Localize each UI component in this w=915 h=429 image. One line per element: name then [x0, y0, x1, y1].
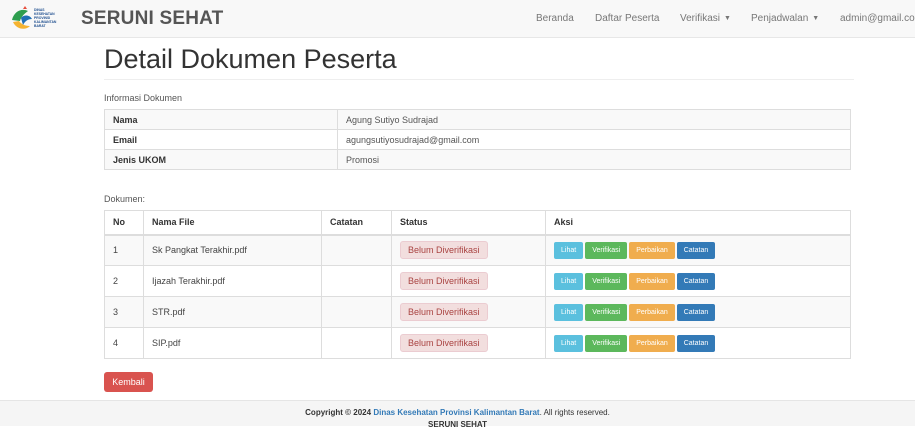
table-row: 3 STR.pdf Belum Diverifikasi Lihat Verifi… — [104, 296, 851, 328]
info-label: Email — [104, 129, 338, 150]
lihat-button[interactable]: Lihat — [554, 241, 584, 259]
info-table: Nama Agung Sutiyo Sudrajad Email agungsu… — [104, 109, 851, 170]
catatan-button[interactable]: Catatan — [676, 334, 716, 352]
row-no: 1 — [104, 234, 144, 266]
row-actions: Lihat Verifikasi Perbaikan Catatan — [545, 327, 851, 359]
status-badge: Belum Diverifikasi — [400, 272, 488, 290]
nav-verifikasi-label: Verifikasi — [680, 13, 721, 24]
footer-rights: . All rights reserved. — [539, 408, 610, 417]
row-note — [321, 296, 392, 328]
kembali-button[interactable]: Kembali — [104, 372, 153, 392]
footer-copyright: Copyright © 2024 Dinas Kesehatan Provins… — [0, 408, 915, 417]
documents-section-label: Dokumen: — [104, 194, 146, 204]
info-label: Jenis UKOM — [104, 149, 338, 170]
row-no: 4 — [104, 327, 144, 359]
nav-penjadwalan-label: Penjadwalan — [751, 13, 809, 24]
catatan-button[interactable]: Catatan — [676, 272, 716, 290]
col-header-catatan: Catatan — [321, 210, 392, 236]
verifikasi-button[interactable]: Verifikasi — [585, 303, 628, 321]
row-note — [321, 327, 392, 359]
row-note — [321, 265, 392, 297]
info-value: Agung Sutiyo Sudrajad — [337, 109, 851, 130]
table-row: 2 Ijazah Terakhir.pdf Belum Diverifikasi… — [104, 265, 851, 297]
svg-text:BARAT: BARAT — [34, 24, 47, 28]
row-file-name: STR.pdf — [143, 296, 322, 328]
status-badge: Belum Diverifikasi — [400, 241, 488, 260]
row-actions: Lihat Verifikasi Perbaikan Catatan — [545, 265, 851, 297]
caret-down-icon: ▼ — [724, 14, 731, 22]
row-actions: Lihat Verifikasi Perbaikan Catatan — [545, 296, 851, 328]
nav-daftar-peserta[interactable]: Daftar Peserta — [595, 13, 659, 24]
verifikasi-button[interactable]: Verifikasi — [585, 334, 628, 352]
caret-down-icon: ▼ — [812, 14, 820, 22]
navbar: DINAS KESEHATAN PROVINSI KALIMANTAN BARA… — [0, 0, 915, 38]
col-header-no: No — [104, 210, 144, 236]
col-header-nama-file: Nama File — [143, 210, 322, 236]
footer-app-name: SERUNI SEHAT — [428, 420, 487, 429]
lihat-button[interactable]: Lihat — [554, 334, 584, 352]
col-header-aksi: Aksi — [545, 210, 851, 236]
verifikasi-button[interactable]: Verifikasi — [585, 241, 628, 259]
divider — [104, 79, 854, 80]
row-actions: Lihat Verifikasi Perbaikan Catatan — [545, 234, 851, 266]
info-row-jenis-ukom: Jenis UKOM Promosi — [104, 149, 851, 170]
verifikasi-button[interactable]: Verifikasi — [585, 272, 628, 290]
row-file-name: Sk Pangkat Terakhir.pdf — [143, 234, 322, 266]
perbaikan-button[interactable]: Perbaikan — [629, 272, 675, 290]
table-row: 4 SIP.pdf Belum Diverifikasi Lihat Verifi… — [104, 327, 851, 359]
lihat-button[interactable]: Lihat — [554, 272, 584, 290]
info-row-email: Email agungsutiyosudrajad@gmail.com — [104, 129, 851, 150]
info-section-label: Informasi Dokumen — [104, 93, 183, 103]
nav-beranda[interactable]: Beranda — [536, 13, 574, 24]
documents-table: No Nama File Catatan Status Aksi 1 Sk Pa… — [104, 210, 851, 359]
col-header-status: Status — [391, 210, 546, 236]
info-value: agungsutiyosudrajad@gmail.com — [337, 129, 851, 150]
info-row-nama: Nama Agung Sutiyo Sudrajad — [104, 109, 851, 130]
catatan-button[interactable]: Catatan — [676, 303, 716, 321]
row-file-name: Ijazah Terakhir.pdf — [143, 265, 322, 297]
nav-penjadwalan-dropdown[interactable]: Penjadwalan ▼ — [751, 13, 819, 24]
lihat-button[interactable]: Lihat — [554, 303, 584, 321]
row-no: 2 — [104, 265, 144, 297]
perbaikan-button[interactable]: Perbaikan — [629, 303, 675, 321]
footer-org-link[interactable]: Dinas Kesehatan Provinsi Kalimantan Bara… — [373, 408, 539, 417]
perbaikan-button[interactable]: Perbaikan — [629, 334, 675, 352]
nav-user-email[interactable]: admin@gmail.com — [840, 13, 915, 24]
page-title: Detail Dokumen Peserta — [104, 44, 397, 74]
info-value: Promosi — [337, 149, 851, 170]
status-badge: Belum Diverifikasi — [400, 303, 488, 321]
perbaikan-button[interactable]: Perbaikan — [629, 241, 675, 259]
row-note — [321, 234, 392, 266]
catatan-button[interactable]: Catatan — [676, 241, 716, 259]
status-badge: Belum Diverifikasi — [400, 334, 488, 352]
table-row: 1 Sk Pangkat Terakhir.pdf Belum Diverifi… — [104, 234, 851, 266]
info-label: Nama — [104, 109, 338, 130]
table-header-row: No Nama File Catatan Status Aksi — [104, 210, 851, 236]
footer-copyright-prefix: Copyright © 2024 — [305, 408, 372, 417]
footer: Copyright © 2024 Dinas Kesehatan Provins… — [0, 400, 915, 429]
nav-verifikasi-dropdown[interactable]: Verifikasi ▼ — [680, 13, 731, 24]
brand-title[interactable]: SERUNI SEHAT — [81, 8, 223, 30]
row-no: 3 — [104, 296, 144, 328]
row-file-name: SIP.pdf — [143, 327, 322, 359]
dinkes-logo-icon[interactable]: DINAS KESEHATAN PROVINSI KALIMANTAN BARA… — [8, 5, 68, 33]
